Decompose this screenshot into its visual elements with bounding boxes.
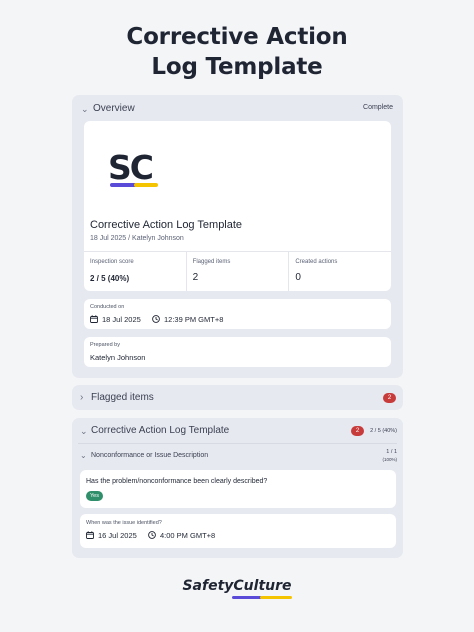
question-text: Has the problem/nonconformance been clea… — [86, 478, 268, 485]
section-divider — [78, 443, 397, 444]
page-title-line1: Corrective Action — [126, 24, 348, 50]
calendar-icon — [90, 315, 98, 323]
safetyculture-brand: SafetyCulture — [0, 578, 474, 594]
log-section-heading[interactable]: Corrective Action Log Template — [91, 425, 229, 436]
stat-value: 2 — [192, 272, 199, 283]
stat-label: Flagged items — [192, 259, 231, 265]
safetyculture-logo: SC — [108, 149, 158, 187]
prepared-by-value: Katelyn Johnson — [90, 353, 146, 362]
answer-yes-pill[interactable]: Yes — [86, 491, 103, 501]
brand-part2: Culture — [233, 578, 292, 594]
prepared-by-card: Prepared by Katelyn Johnson — [84, 337, 391, 367]
question-card: Has the problem/nonconformance been clea… — [80, 470, 396, 508]
report-title: Corrective Action Log Template — [90, 219, 243, 231]
chevron-down-icon[interactable]: ⌄ — [81, 104, 89, 114]
log-flag-badge: 2 — [351, 426, 364, 436]
subsection-heading[interactable]: Nonconformance or Issue Description — [91, 452, 208, 459]
report-subtitle: 18 Jul 2025 / Katelyn Johnson — [90, 235, 184, 242]
clock-icon — [152, 315, 160, 323]
stat-label: Inspection score — [90, 259, 134, 265]
conducted-time: 12:39 PM GMT+8 — [164, 315, 224, 324]
stat-value: 0 — [295, 272, 301, 283]
stat-flagged-items: Flagged items 2 — [187, 252, 290, 291]
stat-inspection-score: Inspection score 2 / 5 (40%) — [84, 252, 187, 291]
issue-time: 4:00 PM GMT+8 — [160, 531, 216, 540]
stat-value: 2 / 5 (40%) — [90, 274, 130, 283]
calendar-icon — [86, 531, 94, 539]
flagged-items-panel[interactable]: › Flagged items 2 — [72, 385, 403, 410]
logo-letters: SC — [108, 149, 153, 187]
overview-status: Complete — [363, 104, 393, 111]
brand-part1: Safety — [182, 578, 234, 594]
conducted-label: Conducted on — [90, 304, 125, 310]
question-card: When was the issue identified? 16 Jul 20… — [80, 514, 396, 548]
issue-date: 16 Jul 2025 — [98, 531, 137, 540]
stats-row: Inspection score 2 / 5 (40%) Flagged ite… — [84, 251, 391, 291]
page-title: Corrective Action Log Template — [0, 22, 474, 82]
overview-panel: ⌄ Overview Complete SC Corrective Action… — [72, 95, 403, 378]
flagged-count-badge: 2 — [383, 393, 396, 403]
log-section-score: 2 / 5 (40%) — [370, 428, 397, 434]
conducted-on-card: Conducted on 18 Jul 2025 12:39 PM GMT+8 — [84, 299, 391, 329]
overview-heading[interactable]: Overview — [93, 103, 135, 114]
brand-underline — [232, 596, 292, 599]
chevron-right-icon[interactable]: › — [80, 393, 83, 403]
page-title-line2: Log Template — [151, 54, 323, 80]
stat-created-actions: Created actions 0 — [289, 252, 391, 291]
stat-label: Created actions — [295, 259, 338, 265]
question-label: When was the issue identified? — [86, 520, 162, 526]
log-section-panel: ⌄ Corrective Action Log Template 2 2 / 5… — [72, 418, 403, 558]
clock-icon — [148, 531, 156, 539]
logo-stripe-yellow — [134, 183, 158, 187]
prepared-label: Prepared by — [90, 342, 120, 348]
subsection-progress: 1 / 1 — [386, 449, 397, 455]
chevron-down-icon[interactable]: ⌄ — [80, 451, 87, 461]
flagged-items-heading[interactable]: Flagged items — [91, 392, 154, 403]
report-summary-card: SC Corrective Action Log Template 18 Jul… — [84, 121, 391, 291]
chevron-down-icon[interactable]: ⌄ — [80, 426, 88, 436]
subsection-progress-pct: (100%) — [382, 457, 397, 462]
logo-stripe-purple — [110, 183, 138, 187]
conducted-date: 18 Jul 2025 — [102, 315, 141, 324]
